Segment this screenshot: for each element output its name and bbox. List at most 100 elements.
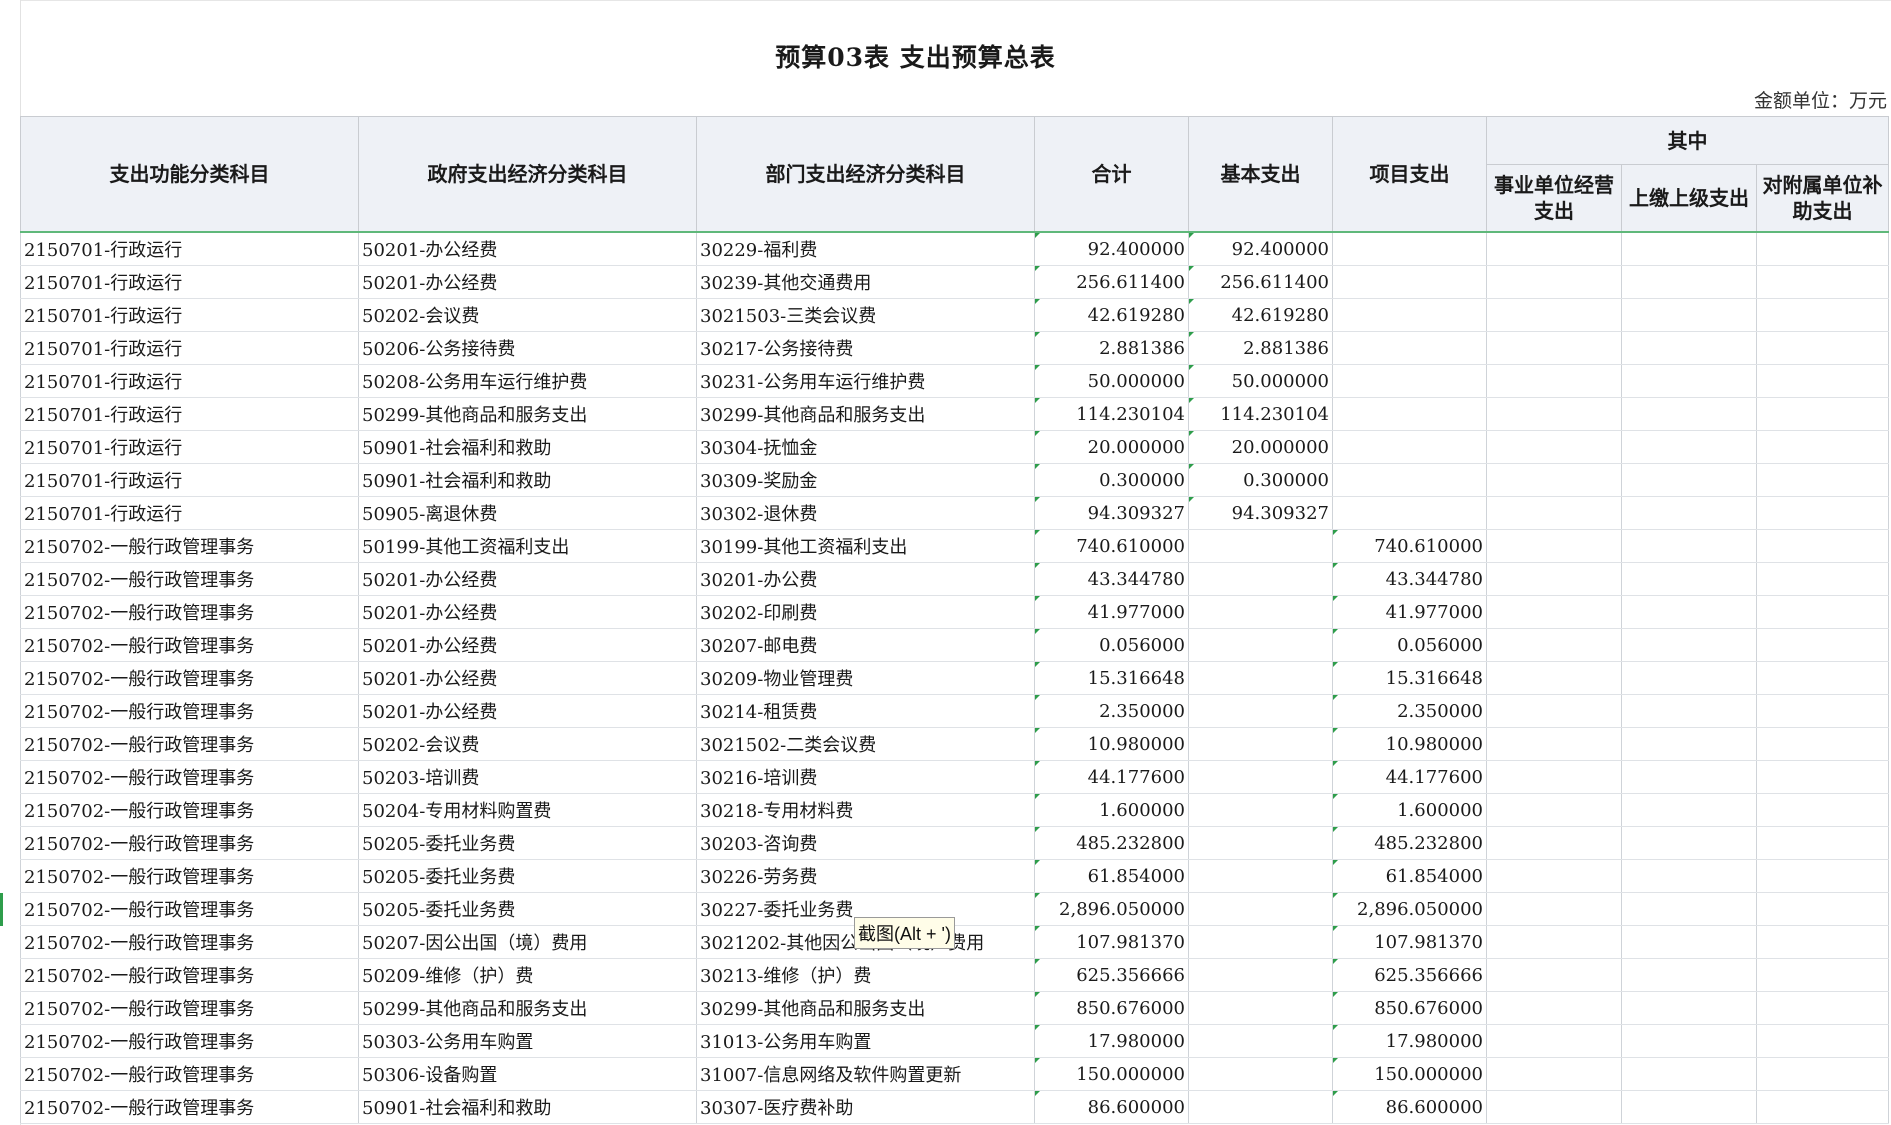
header-sub-business[interactable]: 事业单位经营支出 xyxy=(1486,164,1622,233)
cell-total[interactable]: 15.316648 xyxy=(1034,661,1189,695)
cell-project[interactable]: 44.177600 xyxy=(1332,760,1487,794)
cell-sub-business[interactable] xyxy=(1486,364,1622,398)
cell-sub-upper[interactable] xyxy=(1621,793,1757,827)
cell-project[interactable]: 17.980000 xyxy=(1332,1024,1487,1058)
cell-sub-upper[interactable] xyxy=(1621,595,1757,629)
cell-project[interactable] xyxy=(1332,331,1487,365)
cell-sub-subsidy[interactable] xyxy=(1756,859,1889,893)
cell-sub-subsidy[interactable] xyxy=(1756,364,1889,398)
cell-dept-econ-subject[interactable]: 30304-抚恤金 xyxy=(696,430,1035,464)
cell-sub-upper[interactable] xyxy=(1621,826,1757,860)
cell-func-subject[interactable]: 2150702-一般行政管理事务 xyxy=(20,793,359,827)
cell-sub-upper[interactable] xyxy=(1621,562,1757,596)
cell-dept-econ-subject[interactable]: 31007-信息网络及软件购置更新 xyxy=(696,1057,1035,1091)
cell-basic[interactable]: 256.611400 xyxy=(1188,265,1333,299)
cell-sub-business[interactable] xyxy=(1486,859,1622,893)
cell-project[interactable] xyxy=(1332,364,1487,398)
cell-total[interactable]: 2.881386 xyxy=(1034,331,1189,365)
cell-sub-upper[interactable] xyxy=(1621,661,1757,695)
cell-total[interactable]: 485.232800 xyxy=(1034,826,1189,860)
cell-sub-subsidy[interactable] xyxy=(1756,562,1889,596)
cell-gov-econ-subject[interactable]: 50205-委托业务费 xyxy=(358,892,697,926)
cell-sub-upper[interactable] xyxy=(1621,892,1757,926)
cell-sub-business[interactable] xyxy=(1486,760,1622,794)
cell-sub-upper[interactable] xyxy=(1621,529,1757,563)
header-total[interactable]: 合计 xyxy=(1034,116,1189,233)
cell-basic[interactable] xyxy=(1188,562,1333,596)
cell-project[interactable]: 2.350000 xyxy=(1332,694,1487,728)
cell-gov-econ-subject[interactable]: 50303-公务用车购置 xyxy=(358,1024,697,1058)
cell-project[interactable]: 150.000000 xyxy=(1332,1057,1487,1091)
cell-sub-business[interactable] xyxy=(1486,1090,1622,1124)
cell-project[interactable]: 43.344780 xyxy=(1332,562,1487,596)
cell-func-subject[interactable]: 2150701-行政运行 xyxy=(20,397,359,431)
cell-sub-subsidy[interactable] xyxy=(1756,793,1889,827)
cell-gov-econ-subject[interactable]: 50201-办公经费 xyxy=(358,265,697,299)
cell-project[interactable]: 850.676000 xyxy=(1332,991,1487,1025)
cell-sub-upper[interactable] xyxy=(1621,298,1757,332)
cell-sub-upper[interactable] xyxy=(1621,265,1757,299)
cell-dept-econ-subject[interactable]: 30201-办公费 xyxy=(696,562,1035,596)
cell-func-subject[interactable]: 2150701-行政运行 xyxy=(20,331,359,365)
cell-gov-econ-subject[interactable]: 50207-因公出国（境）费用 xyxy=(358,925,697,959)
cell-func-subject[interactable]: 2150701-行政运行 xyxy=(20,298,359,332)
cell-func-subject[interactable]: 2150702-一般行政管理事务 xyxy=(20,892,359,926)
header-sub-subsidy[interactable]: 对附属单位补助支出 xyxy=(1756,164,1889,233)
cell-sub-subsidy[interactable] xyxy=(1756,892,1889,926)
cell-basic[interactable] xyxy=(1188,760,1333,794)
cell-basic[interactable]: 92.400000 xyxy=(1188,231,1333,266)
cell-dept-econ-subject[interactable]: 30231-公务用车运行维护费 xyxy=(696,364,1035,398)
cell-sub-business[interactable] xyxy=(1486,694,1622,728)
cell-basic[interactable] xyxy=(1188,925,1333,959)
cell-total[interactable]: 150.000000 xyxy=(1034,1057,1189,1091)
cell-func-subject[interactable]: 2150702-一般行政管理事务 xyxy=(20,1090,359,1124)
cell-dept-econ-subject[interactable]: 30229-福利费 xyxy=(696,231,1035,266)
header-dept-econ-subject[interactable]: 部门支出经济分类科目 xyxy=(696,116,1035,233)
cell-gov-econ-subject[interactable]: 50206-公务接待费 xyxy=(358,331,697,365)
cell-gov-econ-subject[interactable]: 50201-办公经费 xyxy=(358,694,697,728)
cell-sub-upper[interactable] xyxy=(1621,463,1757,497)
cell-dept-econ-subject[interactable]: 30307-医疗费补助 xyxy=(696,1090,1035,1124)
cell-func-subject[interactable]: 2150702-一般行政管理事务 xyxy=(20,562,359,596)
cell-project[interactable]: 61.854000 xyxy=(1332,859,1487,893)
cell-basic[interactable] xyxy=(1188,1090,1333,1124)
cell-basic[interactable] xyxy=(1188,958,1333,992)
cell-total[interactable]: 2,896.050000 xyxy=(1034,892,1189,926)
cell-gov-econ-subject[interactable]: 50901-社会福利和救助 xyxy=(358,463,697,497)
cell-func-subject[interactable]: 2150702-一般行政管理事务 xyxy=(20,529,359,563)
cell-sub-business[interactable] xyxy=(1486,826,1622,860)
cell-sub-business[interactable] xyxy=(1486,793,1622,827)
cell-sub-subsidy[interactable] xyxy=(1756,958,1889,992)
cell-project[interactable] xyxy=(1332,265,1487,299)
cell-project[interactable]: 15.316648 xyxy=(1332,661,1487,695)
cell-func-subject[interactable]: 2150702-一般行政管理事务 xyxy=(20,1057,359,1091)
cell-sub-subsidy[interactable] xyxy=(1756,1057,1889,1091)
cell-basic[interactable] xyxy=(1188,727,1333,761)
cell-sub-business[interactable] xyxy=(1486,661,1622,695)
cell-total[interactable]: 0.056000 xyxy=(1034,628,1189,662)
cell-func-subject[interactable]: 2150702-一般行政管理事务 xyxy=(20,760,359,794)
cell-gov-econ-subject[interactable]: 50306-设备购置 xyxy=(358,1057,697,1091)
cell-sub-subsidy[interactable] xyxy=(1756,496,1889,530)
cell-sub-subsidy[interactable] xyxy=(1756,463,1889,497)
cell-project[interactable] xyxy=(1332,231,1487,266)
cell-sub-upper[interactable] xyxy=(1621,859,1757,893)
cell-dept-econ-subject[interactable]: 30209-物业管理费 xyxy=(696,661,1035,695)
cell-basic[interactable]: 50.000000 xyxy=(1188,364,1333,398)
cell-sub-business[interactable] xyxy=(1486,892,1622,926)
cell-dept-econ-subject[interactable]: 30213-维修（护）费 xyxy=(696,958,1035,992)
cell-basic[interactable]: 2.881386 xyxy=(1188,331,1333,365)
cell-basic[interactable] xyxy=(1188,826,1333,860)
cell-func-subject[interactable]: 2150702-一般行政管理事务 xyxy=(20,661,359,695)
cell-gov-econ-subject[interactable]: 50204-专用材料购置费 xyxy=(358,793,697,827)
cell-gov-econ-subject[interactable]: 50201-办公经费 xyxy=(358,628,697,662)
cell-basic[interactable] xyxy=(1188,859,1333,893)
cell-basic[interactable] xyxy=(1188,1024,1333,1058)
header-sub-upper[interactable]: 上缴上级支出 xyxy=(1621,164,1757,233)
cell-func-subject[interactable]: 2150702-一般行政管理事务 xyxy=(20,859,359,893)
cell-gov-econ-subject[interactable]: 50201-办公经费 xyxy=(358,595,697,629)
cell-sub-business[interactable] xyxy=(1486,496,1622,530)
cell-total[interactable]: 740.610000 xyxy=(1034,529,1189,563)
cell-total[interactable]: 17.980000 xyxy=(1034,1024,1189,1058)
cell-func-subject[interactable]: 2150702-一般行政管理事务 xyxy=(20,991,359,1025)
